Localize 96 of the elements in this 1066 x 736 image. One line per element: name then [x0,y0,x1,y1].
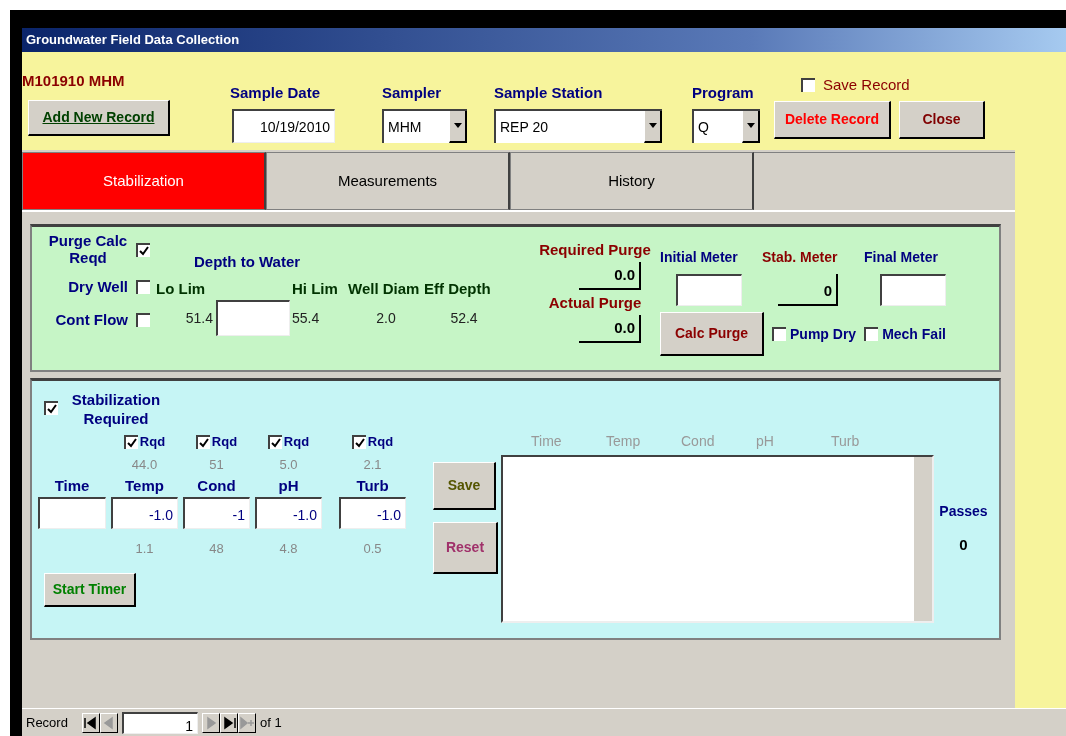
reading-input[interactable]: -1.0 [339,497,406,529]
upper-limit: 44.0 [131,455,158,474]
field-label: Sampler [382,83,443,103]
column-label: Lo Lim [156,279,206,297]
reading-input[interactable]: -1.0 [255,497,322,529]
column-label: Turb [356,475,389,496]
lower-limit: 0.5 [363,540,382,558]
record-id: M101910 MHM [22,71,126,91]
field-label: Initial Meter [660,248,739,267]
checkbox-label: Rqd [367,432,394,451]
upper-limit: 2.1 [363,455,382,474]
field-label: Actual Purge [548,293,642,313]
nav-last-button[interactable] [219,712,238,733]
upper-limit: 5.0 [279,455,298,474]
reset-button[interactable]: Reset [433,522,498,574]
column-label: Temp [125,475,164,496]
sampler-dropdown[interactable]: MHM [382,108,467,143]
tab[interactable]: Stabilization [22,152,266,210]
field-label: Final Meter [864,248,939,267]
caret-icon [453,123,462,128]
checkbox[interactable] [136,312,150,327]
checkbox-label: Rqd [283,432,310,451]
checkbox-label: Dry Well [68,277,128,297]
value-text: 51.4 [185,309,213,326]
checkbox[interactable] [136,242,150,257]
value-text: 2.0 [376,309,396,326]
required-purge-value: 0.0 [579,261,641,290]
nav-first-button[interactable] [81,712,100,733]
column-header: Time [531,433,562,449]
caret-icon [648,123,657,128]
save-button[interactable]: Save [433,462,496,510]
checkbox-label: Rqd [139,432,166,451]
checkbox[interactable] [44,401,58,415]
checkbox-label: Purge Calc Reqd [48,233,128,266]
checkbox-label: Mech Fail [882,324,946,344]
record-count: of 1 [259,713,282,732]
lower-limit: 4.8 [279,540,298,558]
passes-label: Passes [939,502,988,521]
actual-purge-value: 0.0 [579,314,641,343]
checkbox[interactable] [351,434,366,449]
checkbox[interactable] [123,434,138,449]
column-label: Cond [197,475,236,496]
column-label: Well Diam [348,279,420,297]
field-label: Stab. Meter [762,248,839,267]
record-label: Record [26,713,68,732]
column-header: Cond [681,433,715,449]
new-record-icon [238,714,255,731]
checkbox-label: Stabilization Required [70,391,162,429]
date-field[interactable]: 10/19/2010 [232,108,335,143]
add-record-button[interactable]: Add New Record [28,100,170,136]
passes-count: 0 [959,535,968,555]
checkbox[interactable] [772,327,786,341]
checkbox[interactable] [195,434,210,449]
checkbox[interactable] [136,280,150,295]
field-label: Program [692,83,755,103]
checkbox[interactable] [864,327,879,341]
checkbox-label: Pump Dry [790,324,857,344]
calc-purge-button[interactable]: Calc Purge [660,312,764,356]
column-header: Turb [831,433,860,449]
close-button[interactable]: Close [899,101,985,139]
meter-input[interactable] [880,274,946,306]
window-title: Groundwater Field Data Collection [22,28,1066,52]
lower-limit: 1.1 [135,540,154,558]
value-text: 52.4 [450,309,478,326]
field-label: Required Purge [539,240,651,260]
field-label: Sample Date [230,83,322,103]
checkbox-label: Rqd [211,432,238,451]
column-label: Time [54,475,90,496]
column-label: Hi Lim [292,279,338,297]
meter-input[interactable] [676,274,742,306]
record-number-field[interactable]: 1 [121,711,198,734]
station-dropdown[interactable]: REP 20 [494,108,662,143]
column-header: pH [756,433,774,449]
section-label: Depth to Water [194,252,302,272]
reading-input[interactable] [38,497,106,529]
reading-input[interactable]: -1.0 [111,497,178,529]
scrollbar-track[interactable] [914,457,932,621]
caret-icon [746,123,755,128]
checkbox-label: Save Record [823,74,910,95]
tab[interactable]: Measurements [266,152,510,210]
first-icon [82,714,99,731]
checkbox-label: Cont Flow [55,309,128,330]
column-label: pH [278,475,299,496]
checkbox[interactable] [267,434,282,449]
program-dropdown[interactable]: Q [692,108,760,143]
tab[interactable]: History [510,152,754,210]
field-label: Sample Station [494,83,604,103]
value-text: 55.4 [292,309,320,326]
checkbox[interactable] [801,78,815,92]
reading-input[interactable]: -1 [183,497,250,529]
column-header: Temp [606,433,641,449]
lower-limit: 48 [209,540,224,558]
upper-limit: 51 [209,455,224,474]
stab-meter-value: 0 [778,274,838,306]
column-label: Eff Depth [424,279,491,297]
depth-input[interactable] [216,300,290,336]
